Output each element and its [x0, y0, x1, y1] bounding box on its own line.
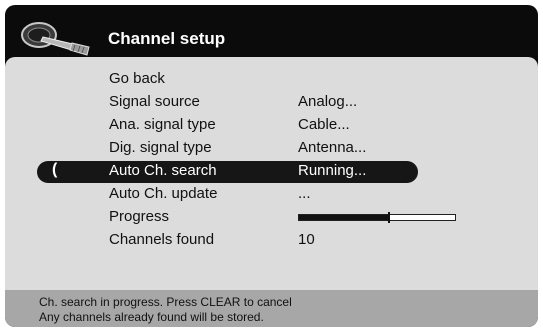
menu-item-value: Analog... — [298, 93, 358, 110]
menu-header: Channel setup — [5, 5, 538, 57]
progress-bar — [298, 212, 456, 223]
menu-item-label: Signal source — [109, 93, 200, 110]
menu-item-progress: Progress — [5, 207, 538, 229]
menu-item-label: Ana. signal type — [109, 116, 216, 133]
status-footer: Ch. search in progress. Press CLEAR to c… — [5, 290, 538, 327]
menu-item-label: Dig. signal type — [109, 139, 212, 156]
menu-item-label: Progress — [109, 208, 170, 225]
menu-item-label: Auto Ch. update — [109, 185, 218, 202]
menu-item-channels-found: Channels found 10 — [5, 230, 538, 252]
menu-item-value: Cable... — [298, 116, 350, 133]
channels-found-count: 10 — [298, 231, 315, 248]
menu-item-label: Go back — [109, 70, 165, 87]
menu-item-label: Auto Ch. search — [109, 162, 217, 179]
progress-marker — [388, 212, 390, 223]
menu-item-value: Running... — [298, 162, 367, 179]
menu-item-ana-signal-type[interactable]: Ana. signal type Cable... — [5, 115, 538, 137]
selection-cursor-icon: ( — [52, 161, 58, 178]
status-message-line-2: Any channels already found will be store… — [39, 310, 264, 324]
menu-item-label: Channels found — [109, 231, 215, 248]
menu-item-dig-signal-type[interactable]: Dig. signal type Antenna... — [5, 138, 538, 160]
menu-item-signal-source[interactable]: Signal source Analog... — [5, 92, 538, 114]
menu-item-value: ... — [298, 185, 311, 202]
page-title: Channel setup — [108, 29, 226, 48]
menu-item-value: Antenna... — [298, 139, 367, 156]
menu-item-auto-ch-update[interactable]: Auto Ch. update ... — [5, 184, 538, 206]
satellite-dish-icon — [21, 22, 90, 56]
menu-item-auto-ch-search[interactable]: ( Auto Ch. search Running... — [5, 161, 538, 183]
tv-menu-window: Channel setup Go back Signal source Anal… — [5, 5, 538, 327]
menu-panel: Go back Signal source Analog... Ana. sig… — [5, 57, 538, 290]
status-message-line-1: Ch. search in progress. Press CLEAR to c… — [39, 295, 292, 309]
progress-fill — [299, 215, 389, 220]
menu-item-go-back[interactable]: Go back — [5, 69, 538, 91]
